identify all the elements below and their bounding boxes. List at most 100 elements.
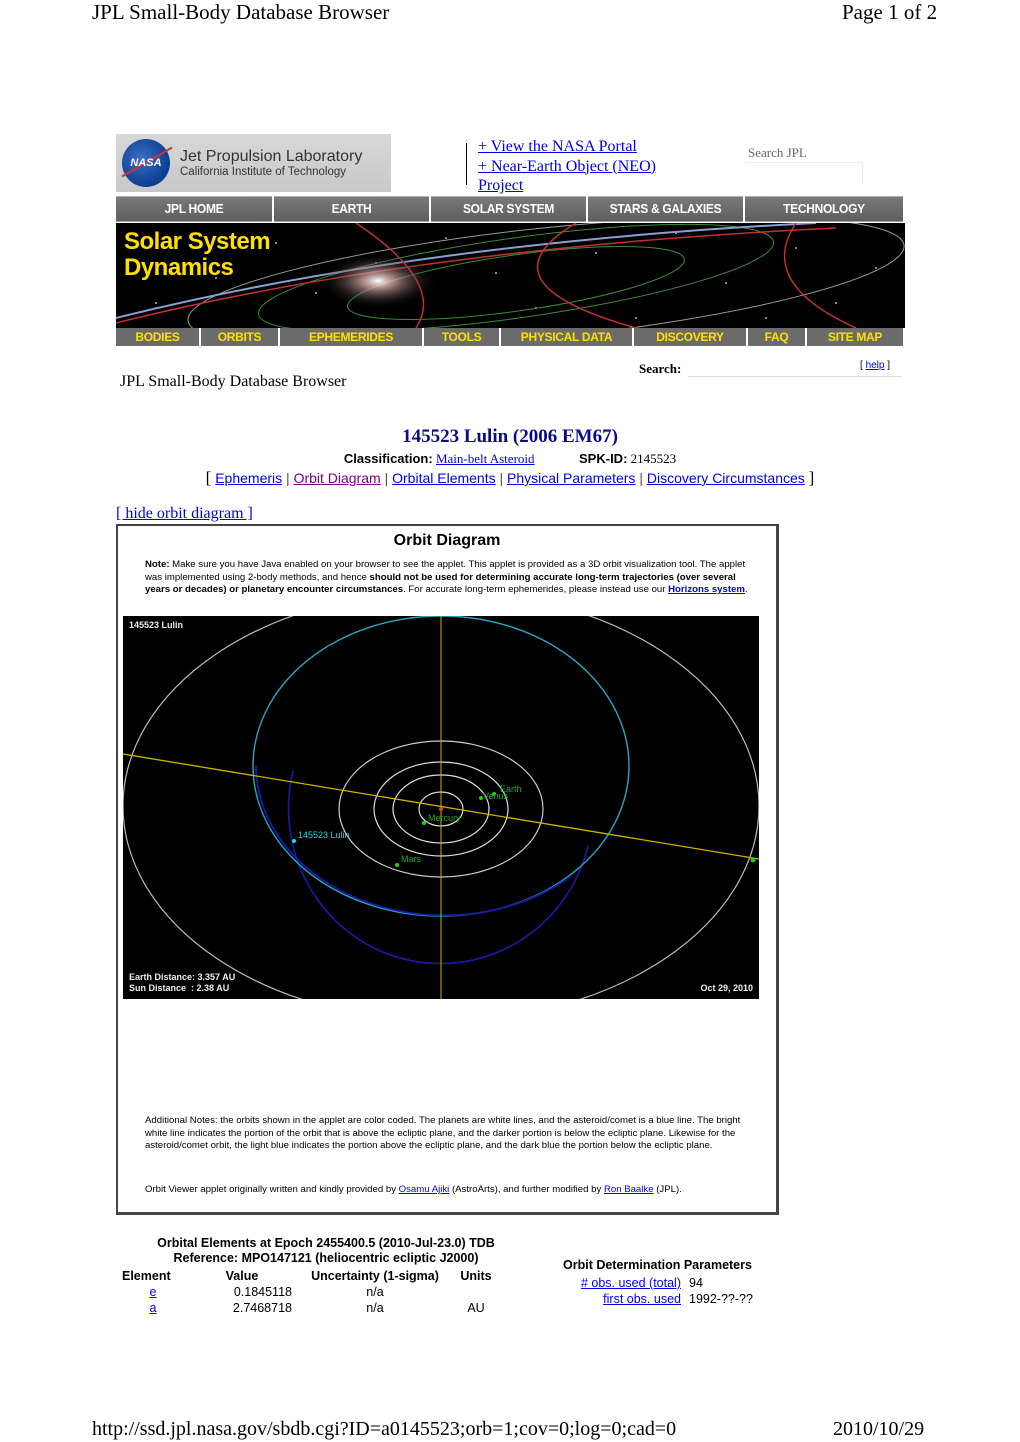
- help-link[interactable]: help: [866, 360, 885, 371]
- element-value: 2.7468718: [232, 1301, 292, 1315]
- sbdb-title: JPL Small-Body Database Browser: [120, 373, 347, 390]
- element-units: [454, 1284, 498, 1300]
- nav-stars-galaxies[interactable]: STARS & GALAXIES: [588, 196, 743, 222]
- col-value: Value: [225, 1269, 259, 1283]
- table-row: e 0.1845118 n/a: [118, 1284, 498, 1300]
- earth-distance-readout: Earth Distance: 3.357 AU: [129, 972, 235, 982]
- tab-orbit-diagram[interactable]: Orbit Diagram: [294, 470, 381, 486]
- print-footer-url: http://ssd.jpl.nasa.gov/sbdb.cgi?ID=a014…: [92, 1418, 677, 1440]
- applet-date: Oct 29, 2010: [700, 983, 753, 993]
- search-jpl-label: Search JPL: [748, 145, 807, 160]
- classification-link[interactable]: Main-belt Asteroid: [436, 451, 535, 466]
- mercury-dot: [422, 821, 426, 825]
- obs-used-total-value: 94: [689, 1276, 703, 1290]
- ssd-banner[interactable]: Solar System Dynamics: [116, 223, 905, 328]
- spkid-value: 2145523: [630, 451, 677, 466]
- orbit-determination-table: # obs. used (total) 94 first obs. used 1…: [565, 1275, 757, 1307]
- orbit-diagram-panel: Orbit Diagram Note: Make sure you have J…: [116, 524, 779, 1215]
- orbital-elements-reference: Reference: MPO147121 (heliocentric eclip…: [173, 1251, 479, 1265]
- nav-discovery[interactable]: DISCOVERY: [634, 328, 746, 346]
- print-page-number: Page 1 of 2: [842, 0, 938, 24]
- primary-nav: JPL HOME EARTH SOLAR SYSTEM STARS & GALA…: [116, 196, 905, 222]
- table-header-row: Element Value Uncertainty (1-sigma) Unit…: [118, 1269, 498, 1284]
- orbital-elements-title: Orbital Elements at Epoch 2455400.5 (201…: [157, 1236, 495, 1250]
- orbit-determination-title: Orbit Determination Parameters: [563, 1258, 752, 1272]
- asteroid-dot: [292, 839, 296, 843]
- header-divider: [466, 143, 467, 185]
- ron-baalke-link[interactable]: Ron Baalke: [604, 1184, 654, 1195]
- classification-line: Classification: Main-belt Asteroid SPK-I…: [0, 451, 1020, 467]
- additional-notes: Additional Notes: the orbits shown in th…: [145, 1115, 741, 1151]
- print-header-title: JPL Small-Body Database Browser: [92, 0, 390, 24]
- orbit-viewer-applet[interactable]: Mercury Venus Earth Mars 145523 Lulin 14…: [123, 616, 759, 999]
- applet-credit: Orbit Viewer applet originally written a…: [145, 1184, 682, 1195]
- nav-solar-system[interactable]: SOLAR SYSTEM: [431, 196, 586, 222]
- mars-label: Mars: [401, 854, 421, 864]
- hide-orbit-diagram-link[interactable]: [ hide orbit diagram ]: [116, 505, 253, 523]
- neo-project-link[interactable]: + Near-Earth Object (NEO) Project: [478, 158, 656, 195]
- help-link-wrap: [ help ]: [860, 360, 891, 371]
- nasa-portal-link[interactable]: + View the NASA Portal: [478, 138, 637, 155]
- col-units: Units: [460, 1269, 492, 1283]
- nav-faq[interactable]: FAQ: [748, 328, 805, 346]
- banner-title-line1: Solar System: [124, 228, 271, 255]
- nav-ephemerides[interactable]: EPHEMERIDES: [280, 328, 422, 346]
- nav-earth[interactable]: EARTH: [274, 196, 429, 222]
- asteroid-orbit-below: [287, 770, 589, 965]
- element-uncertainty: n/a: [366, 1285, 384, 1299]
- jupiter-dot: [750, 857, 756, 863]
- element-a-link[interactable]: a: [150, 1301, 157, 1315]
- orbit-canvas[interactable]: Mercury Venus Earth Mars 145523 Lulin 14…: [123, 616, 759, 999]
- print-footer-date: 2010/10/29: [833, 1418, 925, 1440]
- nav-site-map[interactable]: SITE MAP: [807, 328, 903, 346]
- orbital-elements-heading: Orbital Elements at Epoch 2455400.5 (201…: [116, 1236, 536, 1266]
- nav-technology[interactable]: TECHNOLOGY: [745, 196, 903, 222]
- sun-marker: [439, 807, 443, 811]
- mars-dot: [395, 863, 399, 867]
- object-title: 145523 Lulin (2006 EM67): [402, 426, 618, 447]
- table-row: a 2.7468718 n/a AU: [118, 1300, 498, 1316]
- first-obs-used-value: 1992-??-??: [689, 1292, 753, 1306]
- obs-used-total-link[interactable]: # obs. used (total): [581, 1276, 681, 1290]
- col-element: Element: [122, 1269, 171, 1283]
- logo-subtitle: California Institute of Technology: [180, 166, 346, 178]
- tab-ephemeris[interactable]: Ephemeris: [215, 470, 282, 486]
- nasa-logo-icon: NASA: [122, 139, 170, 187]
- osamu-ajiki-link[interactable]: Osamu Ajiki: [399, 1184, 450, 1195]
- element-units: AU: [467, 1301, 485, 1315]
- nav-physical-data[interactable]: PHYSICAL DATA: [501, 328, 632, 346]
- element-value: 0.1845118: [233, 1285, 292, 1299]
- tab-orbital-elements[interactable]: Orbital Elements: [392, 470, 495, 486]
- element-e-link[interactable]: e: [150, 1285, 157, 1299]
- section-nav: [ Ephemeris | Orbit Diagram | Orbital El…: [205, 468, 815, 487]
- first-obs-used-link[interactable]: first obs. used: [603, 1292, 681, 1306]
- nav-tools[interactable]: TOOLS: [424, 328, 499, 346]
- java-note: Note: Make sure you have Java enabled on…: [145, 559, 748, 595]
- nav-jpl-home[interactable]: JPL HOME: [116, 196, 272, 222]
- horizons-link[interactable]: Horizons system: [668, 584, 745, 595]
- sun-distance-readout: Sun Distance : 2.38 AU: [129, 983, 229, 993]
- tab-physical-parameters[interactable]: Physical Parameters: [507, 470, 635, 486]
- earth-label: Earth: [500, 784, 522, 794]
- search-jpl-input[interactable]: [746, 162, 863, 183]
- tab-discovery-circumstances[interactable]: Discovery Circumstances: [647, 470, 805, 486]
- secondary-nav: BODIES ORBITS EPHEMERIDES TOOLS PHYSICAL…: [116, 328, 905, 346]
- nav-orbits[interactable]: ORBITS: [201, 328, 278, 346]
- search-input[interactable]: [688, 376, 902, 377]
- table-row: # obs. used (total) 94: [565, 1275, 757, 1291]
- search-label: Search:: [639, 361, 682, 376]
- mercury-label: Mercury: [428, 813, 461, 823]
- nav-bodies[interactable]: BODIES: [116, 328, 199, 346]
- orbital-elements-table: Element Value Uncertainty (1-sigma) Unit…: [118, 1269, 498, 1316]
- logo-title: Jet Propulsion Laboratory: [180, 148, 363, 165]
- classification-label: Classification:: [343, 451, 433, 466]
- element-uncertainty: n/a: [366, 1301, 384, 1315]
- jpl-logo[interactable]: NASA Jet Propulsion Laboratory Californi…: [116, 134, 391, 192]
- banner-title: Solar System Dynamics: [124, 228, 271, 281]
- orbit-diagram-title: Orbit Diagram: [393, 532, 501, 549]
- banner-title-line2: Dynamics: [124, 254, 234, 281]
- nasa-logo-text: NASA: [130, 157, 162, 169]
- col-uncertainty: Uncertainty (1-sigma): [311, 1269, 439, 1283]
- asteroid-label: 145523 Lulin: [298, 830, 350, 840]
- applet-object-label: 145523 Lulin: [129, 620, 183, 630]
